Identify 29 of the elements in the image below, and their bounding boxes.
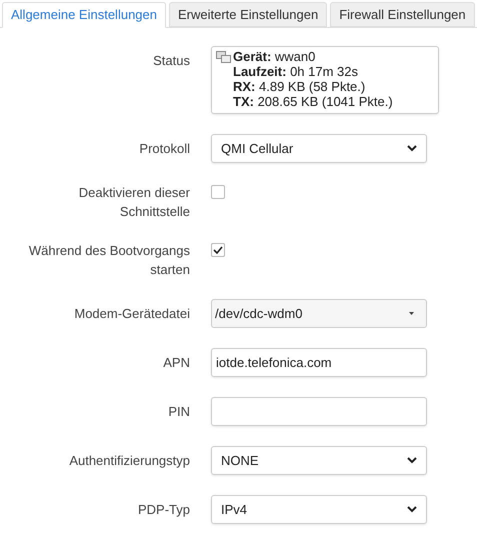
input-field[interactable] — [211, 397, 427, 426]
tab[interactable]: Firewall Einstellungen — [330, 2, 475, 27]
select-field[interactable]: NONE — [211, 446, 427, 475]
select-field[interactable]: QMI Cellular — [211, 134, 427, 163]
status-line: TX: 208.65 KB (1041 Pkte.) — [233, 94, 393, 109]
field-label: Deaktivieren dieser Schnittstelle — [78, 184, 190, 221]
network-icon — [216, 51, 231, 64]
status-line: RX: 4.89 KB (58 Pkte.) — [233, 79, 366, 94]
tab[interactable]: Erweiterte Einstellungen — [168, 2, 328, 27]
status-line: Gerät: wwan0 — [233, 49, 316, 64]
field-label: Modem-Gerätedatei — [73, 305, 190, 323]
checkbox[interactable] — [211, 185, 225, 199]
field-label: APN — [162, 354, 190, 372]
field-label: Während des Bootvorgangs starten — [28, 242, 190, 279]
tab[interactable]: Allgemeine Einstellungen — [2, 2, 166, 28]
field-label: PIN — [167, 403, 190, 421]
field-label: PDP-Typ — [136, 501, 190, 519]
checkbox[interactable] — [211, 243, 225, 257]
chevron-down-icon — [407, 145, 417, 152]
field-label: Status — [152, 52, 190, 70]
field-label: Protokoll — [138, 140, 190, 158]
chevron-down-icon — [407, 506, 417, 513]
chevron-down-icon — [407, 457, 417, 464]
combo-field[interactable]: /dev/cdc-wdm0 — [211, 299, 427, 328]
select-field[interactable]: IPv4 — [211, 495, 427, 524]
input-field[interactable]: iotde.telefonica.com — [211, 348, 427, 377]
field-label: Authentifizierungstyp — [68, 452, 190, 470]
caret-icon — [409, 312, 414, 315]
status-line: Laufzeit: 0h 17m 32s — [233, 64, 359, 79]
